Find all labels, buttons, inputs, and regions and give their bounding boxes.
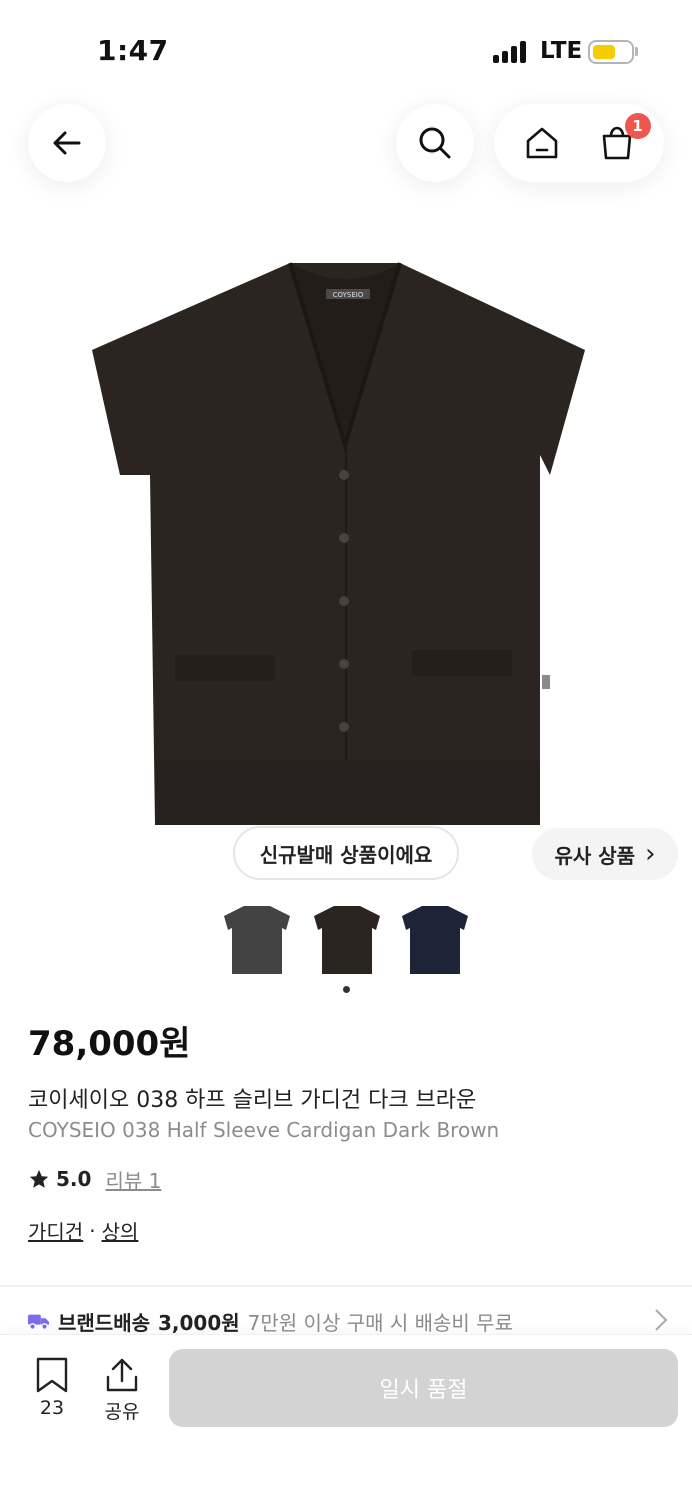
shipping-price: 3,000원 <box>158 1310 240 1335</box>
chevron-right-icon: › <box>645 839 656 869</box>
category-breadcrumb: 가디건 · 상의 <box>28 1216 138 1245</box>
category-link-tops[interactable]: 상의 <box>102 1216 139 1245</box>
carousel-indicator <box>343 986 350 993</box>
product-price: 78,000원 <box>28 1024 191 1064</box>
search-button[interactable] <box>396 104 474 182</box>
shipping-info-row[interactable]: 브랜드배송 3,000원 7만원 이상 구매 시 배송비 무료 <box>28 1304 668 1338</box>
star-icon <box>29 1169 49 1188</box>
home-button[interactable] <box>514 115 570 171</box>
similar-products-label: 유사 상품 <box>554 843 636 868</box>
rating-score: 5.0 <box>56 1167 92 1191</box>
cardigan-illustration: COYSEIO <box>92 262 585 825</box>
signal-icon <box>493 41 529 63</box>
cart-button[interactable]: 1 <box>589 113 651 171</box>
back-button[interactable] <box>28 104 106 182</box>
shipping-note: 7만원 이상 구매 시 배송비 무료 <box>247 1310 513 1335</box>
product-name-english: COYSEIO 038 Half Sleeve Cardigan Dark Br… <box>28 1118 500 1142</box>
search-icon <box>419 127 451 159</box>
rating-row: 5.0 리뷰 1 <box>28 1164 161 1194</box>
chevron-right-icon <box>655 1309 668 1331</box>
color-option-navy[interactable] <box>402 904 468 976</box>
arrow-left-icon <box>53 131 81 155</box>
battery-icon <box>588 40 634 64</box>
status-bar: 1:47 LTE <box>0 0 692 100</box>
product-name-korean: 코이세이오 038 하프 슬리브 가디건 다크 브라운 <box>28 1088 477 1113</box>
share-button[interactable]: 공유 <box>92 1357 152 1424</box>
category-link-cardigan[interactable]: 가디건 <box>28 1216 83 1245</box>
share-label: 공유 <box>104 1401 140 1423</box>
category-separator: · <box>89 1218 96 1243</box>
truck-icon <box>28 1314 50 1330</box>
status-time: 1:47 <box>97 34 169 67</box>
home-icon <box>526 127 557 159</box>
share-icon <box>106 1358 138 1392</box>
bookmark-button[interactable]: 23 <box>22 1357 82 1419</box>
product-image[interactable]: COYSEIO <box>80 255 612 835</box>
sold-out-button[interactable]: 일시 품절 <box>169 1349 678 1427</box>
header-action-group: 1 <box>494 104 664 182</box>
review-link[interactable]: 리뷰 1 <box>105 1165 161 1194</box>
bottom-action-bar: 23 공유 일시 품절 <box>0 1334 692 1500</box>
bookmark-count: 23 <box>39 1397 65 1419</box>
color-option-charcoal[interactable] <box>224 904 290 976</box>
shipping-type: 브랜드배송 <box>58 1310 150 1335</box>
new-release-badge: 신규발매 상품이에요 <box>233 826 459 880</box>
similar-products-button[interactable]: 유사 상품 › <box>532 828 678 880</box>
network-type: LTE <box>540 38 583 64</box>
cart-count-badge: 1 <box>624 113 651 139</box>
bookmark-icon <box>36 1357 68 1393</box>
svg-text:COYSEIO: COYSEIO <box>333 291 364 299</box>
section-divider <box>0 1285 692 1287</box>
color-option-list <box>224 904 470 978</box>
color-option-dark-brown[interactable] <box>314 904 380 976</box>
